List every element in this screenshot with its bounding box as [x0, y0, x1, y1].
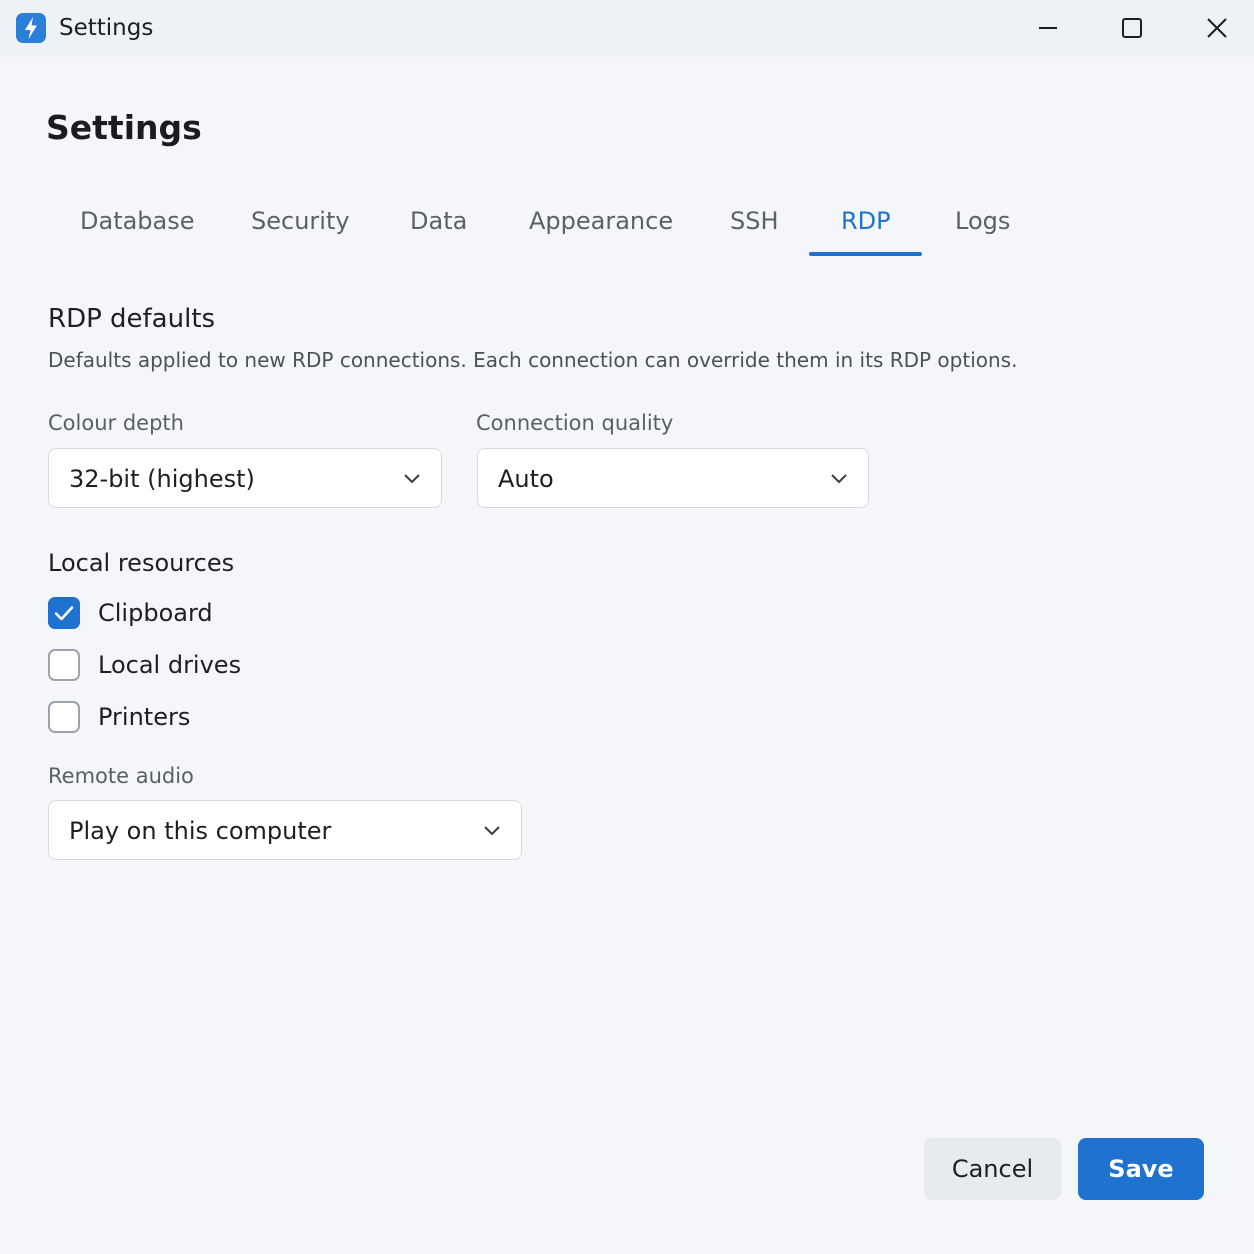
- maximize-button[interactable]: [1109, 8, 1155, 48]
- connection-quality-value: Auto: [498, 465, 554, 493]
- connection-quality-select[interactable]: Auto: [477, 448, 869, 508]
- checkmark-icon: [54, 606, 74, 621]
- tab-appearance[interactable]: Appearance: [529, 202, 673, 242]
- colour-depth-select[interactable]: 32-bit (highest): [48, 448, 442, 508]
- chevron-down-icon: [828, 468, 850, 490]
- window-title: Settings: [59, 15, 154, 41]
- clipboard-checkbox[interactable]: [48, 597, 80, 629]
- colour-depth-value: 32-bit (highest): [69, 465, 255, 493]
- section-description: Defaults applied to new RDP connections.…: [48, 348, 1018, 372]
- connection-quality-label: Connection quality: [476, 411, 674, 435]
- tab-security[interactable]: Security: [251, 202, 350, 242]
- tab-ssh[interactable]: SSH: [730, 202, 779, 242]
- printers-checkbox[interactable]: [48, 701, 80, 733]
- close-button[interactable]: [1194, 8, 1240, 48]
- tab-logs[interactable]: Logs: [955, 202, 1010, 242]
- colour-depth-label: Colour depth: [48, 411, 184, 435]
- tab-database[interactable]: Database: [80, 202, 195, 242]
- maximize-icon: [1122, 18, 1142, 38]
- minimize-icon: [1039, 27, 1057, 29]
- local-drives-label: Local drives: [98, 651, 242, 679]
- tab-data[interactable]: Data: [410, 202, 467, 242]
- title-bar: Settings: [0, 0, 1254, 57]
- remote-audio-label: Remote audio: [48, 764, 194, 788]
- remote-audio-value: Play on this computer: [69, 817, 332, 845]
- lightning-bolt-icon: [16, 13, 46, 43]
- section-title: RDP defaults: [48, 304, 216, 334]
- cancel-button[interactable]: Cancel: [924, 1138, 1061, 1200]
- clipboard-label: Clipboard: [98, 599, 213, 627]
- page-title: Settings: [46, 108, 202, 147]
- local-resources-heading: Local resources: [48, 549, 235, 577]
- tab-rdp[interactable]: RDP: [841, 202, 891, 242]
- chevron-down-icon: [401, 468, 423, 490]
- printers-label: Printers: [98, 703, 191, 731]
- minimize-button[interactable]: [1025, 8, 1071, 48]
- remote-audio-select[interactable]: Play on this computer: [48, 800, 522, 860]
- active-tab-indicator: [809, 252, 922, 256]
- close-icon: [1207, 18, 1227, 38]
- save-button[interactable]: Save: [1078, 1138, 1204, 1200]
- chevron-down-icon: [481, 820, 503, 842]
- local-drives-checkbox[interactable]: [48, 649, 80, 681]
- settings-window: Settings Settings Database Security Data…: [0, 0, 1254, 1254]
